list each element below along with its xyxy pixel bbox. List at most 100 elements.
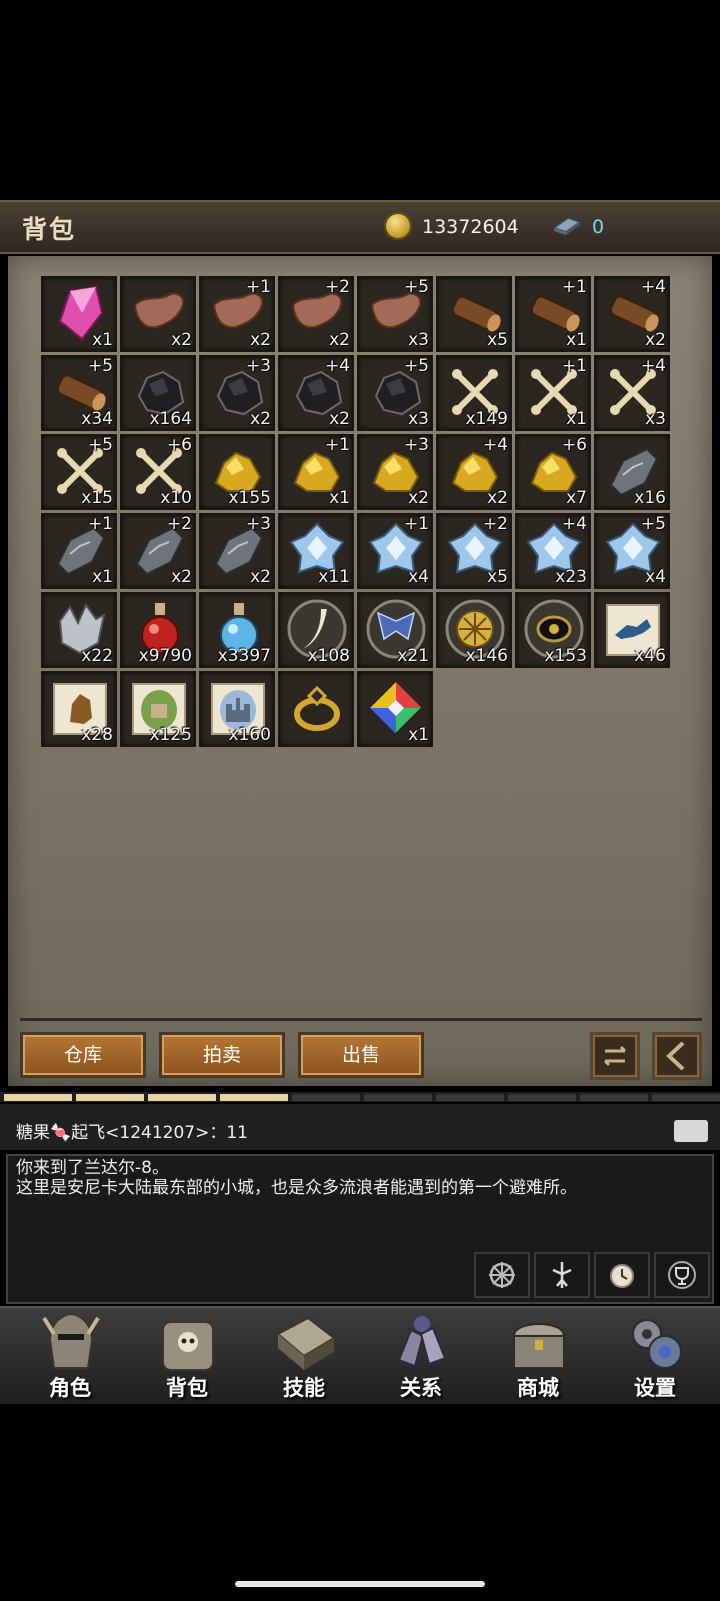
chat-tab[interactable] <box>580 1094 648 1101</box>
inventory-slot[interactable]: +5 x4 <box>594 513 670 589</box>
inventory-slot[interactable]: +6 x7 <box>515 434 591 510</box>
inventory-slot[interactable]: +1 x2 <box>199 276 275 352</box>
network-tool-button[interactable] <box>474 1252 530 1298</box>
inventory-slot[interactable]: +2 x2 <box>120 513 196 589</box>
inventory-slot[interactable] <box>278 671 354 747</box>
inventory-slot[interactable]: x125 <box>120 671 196 747</box>
chat-tab[interactable] <box>652 1094 720 1101</box>
inventory-slot[interactable]: +5 x3 <box>357 276 433 352</box>
chat-tab[interactable] <box>508 1094 576 1101</box>
inventory-slot[interactable]: x155 <box>199 434 275 510</box>
home-indicator[interactable] <box>235 1581 485 1587</box>
inventory-slot[interactable]: x16 <box>594 434 670 510</box>
nav-item[interactable]: 技能 <box>246 1308 362 1400</box>
inventory-slot[interactable]: x28 <box>41 671 117 747</box>
inventory-slot[interactable]: +3 x2 <box>357 434 433 510</box>
page-title: 背包 <box>22 215 77 244</box>
warehouse-button[interactable]: 仓库 <box>20 1032 146 1078</box>
totem-tool-button[interactable] <box>534 1252 590 1298</box>
auction-button[interactable]: 拍卖 <box>159 1032 285 1078</box>
inventory-slot[interactable]: +1 x1 <box>41 513 117 589</box>
chat-tab[interactable] <box>364 1094 432 1101</box>
inventory-slot[interactable]: +4 x2 <box>594 276 670 352</box>
item-count: x2 <box>487 488 508 508</box>
inventory-slot[interactable]: +1 x1 <box>515 355 591 431</box>
nav-item-label: 商城 <box>517 1376 559 1400</box>
nav-item[interactable]: 设置 <box>597 1308 713 1400</box>
inventory-slot[interactable]: +6 x10 <box>120 434 196 510</box>
inventory-slot[interactable]: x149 <box>436 355 512 431</box>
inventory-slot[interactable]: x9790 <box>120 592 196 668</box>
gold-ring-icon <box>294 685 340 731</box>
chat-tab[interactable] <box>220 1094 288 1101</box>
inventory-slot[interactable]: +2 x5 <box>436 513 512 589</box>
inventory-slot[interactable]: +5 x3 <box>357 355 433 431</box>
inventory-slot[interactable]: +4 x23 <box>515 513 591 589</box>
nav-item[interactable]: 角色 <box>12 1308 128 1400</box>
inventory-slot[interactable]: +3 x2 <box>199 513 275 589</box>
item-count: x46 <box>634 646 666 666</box>
inventory-slot[interactable]: x153 <box>515 592 591 668</box>
achievement-tool-button[interactable] <box>654 1252 710 1298</box>
item-upgrade-level: +6 <box>561 435 587 455</box>
item-count: x153 <box>544 646 587 666</box>
item-count: x15 <box>81 488 113 508</box>
inventory-slot[interactable]: +1 x4 <box>357 513 433 589</box>
nav-item-label: 背包 <box>166 1376 208 1400</box>
item-upgrade-level: +2 <box>482 514 508 534</box>
inventory-slot[interactable]: x5 <box>436 276 512 352</box>
nav-item-label: 技能 <box>283 1376 325 1400</box>
chat-expand-toggle[interactable] <box>674 1120 708 1142</box>
nav-item[interactable]: 背包 <box>129 1308 245 1400</box>
chat-message: 糖果🍬起飞<1241207>：11 <box>16 1123 248 1143</box>
item-count: x22 <box>81 646 113 666</box>
inventory-slot[interactable]: x11 <box>278 513 354 589</box>
chat-tab[interactable] <box>292 1094 360 1101</box>
nav-item[interactable]: 关系 <box>363 1308 479 1400</box>
inventory-slot[interactable]: x160 <box>199 671 275 747</box>
inventory-slot[interactable]: x164 <box>120 355 196 431</box>
gauntlets-icon <box>397 1316 447 1368</box>
item-upgrade-level: +5 <box>87 435 113 455</box>
item-count: x11 <box>318 567 350 587</box>
gears-icon <box>632 1319 682 1369</box>
item-count: x1 <box>566 330 587 350</box>
item-count: x1 <box>329 488 350 508</box>
inventory-slot[interactable]: +4 x2 <box>436 434 512 510</box>
inventory-slot[interactable]: +3 x2 <box>199 355 275 431</box>
inventory-slot[interactable]: x146 <box>436 592 512 668</box>
nav-item[interactable]: 商城 <box>480 1308 596 1400</box>
chat-tab[interactable] <box>436 1094 504 1101</box>
inventory-slot[interactable]: +5 x15 <box>41 434 117 510</box>
chat-tab[interactable] <box>76 1094 144 1101</box>
inventory-slot[interactable]: +2 x2 <box>278 276 354 352</box>
inventory-slot[interactable]: x1 <box>357 671 433 747</box>
inventory-slot[interactable]: x22 <box>41 592 117 668</box>
inventory-slot[interactable]: x108 <box>278 592 354 668</box>
inventory-slot[interactable]: x46 <box>594 592 670 668</box>
inventory-slot[interactable]: +4 x2 <box>278 355 354 431</box>
inventory-slot[interactable]: +1 x1 <box>515 276 591 352</box>
item-count: x155 <box>228 488 271 508</box>
inventory-slot[interactable]: +4 x3 <box>594 355 670 431</box>
inventory-slot[interactable]: x2 <box>120 276 196 352</box>
chat-tab[interactable] <box>148 1094 216 1101</box>
item-upgrade-level: +5 <box>403 356 429 376</box>
item-upgrade-level: +4 <box>640 356 666 376</box>
alarm-tool-button[interactable] <box>594 1252 650 1298</box>
item-count: x5 <box>487 330 508 350</box>
inventory-slot[interactable]: x21 <box>357 592 433 668</box>
compass-wheel-icon <box>489 1262 515 1288</box>
inventory-slot[interactable]: x3397 <box>199 592 275 668</box>
inventory-slot[interactable]: +1 x1 <box>278 434 354 510</box>
chat-tab[interactable] <box>4 1094 72 1101</box>
collapse-button[interactable] <box>652 1032 702 1080</box>
inventory-slot[interactable]: x1 <box>41 276 117 352</box>
item-count: x9790 <box>138 646 192 666</box>
sell-button[interactable]: 出售 <box>298 1032 424 1078</box>
nav-item-label: 角色 <box>49 1376 91 1400</box>
panel-divider <box>20 1018 702 1021</box>
inventory-slot[interactable]: +5 x34 <box>41 355 117 431</box>
item-upgrade-level: +1 <box>403 514 429 534</box>
sort-button[interactable] <box>590 1032 640 1080</box>
